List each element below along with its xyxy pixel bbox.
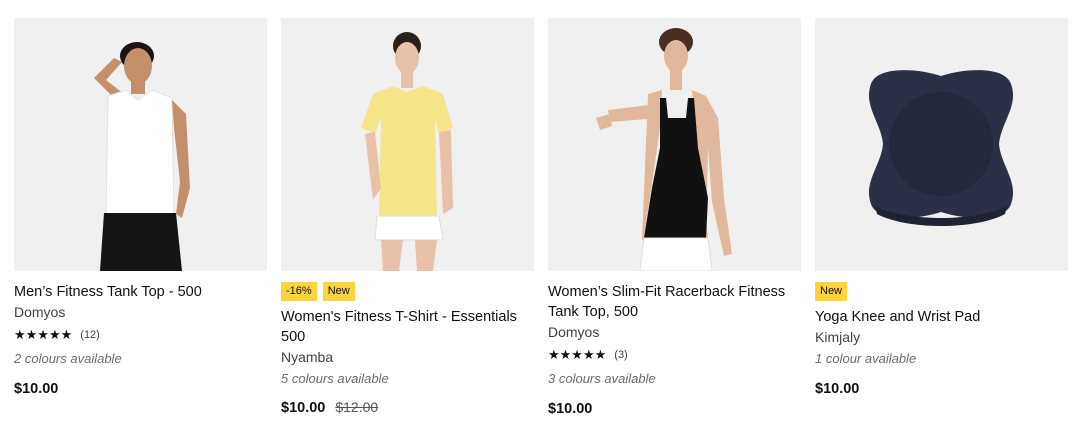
rating-stars-icon: ★★★★★	[14, 327, 73, 342]
current-price: $10.00	[815, 381, 860, 397]
product-image[interactable]	[815, 18, 1068, 271]
rating-stars-icon: ★★★★★	[548, 347, 607, 362]
current-price: $10.00	[548, 401, 593, 417]
badge-row: New	[815, 282, 1068, 301]
product-image[interactable]	[14, 18, 267, 271]
review-count: (3)	[614, 349, 628, 361]
current-price: $10.00	[14, 381, 59, 397]
product-grid: Men’s Fitness Tank Top - 500 Domyos ★★★★…	[14, 18, 1068, 417]
yoga-pad-photo	[815, 18, 1068, 271]
product-title-line2: Tank Top, 500	[548, 304, 639, 320]
product-title-line1: Women’s Slim-Fit Racerback Fitness	[548, 284, 786, 300]
product-card-yoga-pad[interactable]: New Yoga Knee and Wrist Pad Kimjaly 1 co…	[815, 18, 1068, 417]
product-price: $10.00	[815, 381, 1068, 397]
woman-yellow-tshirt-photo	[281, 18, 534, 271]
product-image[interactable]	[548, 18, 801, 271]
product-price: $10.00 $12.00	[281, 399, 534, 416]
product-brand: Nyamba	[281, 349, 334, 365]
colour-availability: 2 colours available	[14, 351, 122, 366]
colour-availability: 3 colours available	[548, 371, 656, 386]
woman-black-tank-photo	[548, 18, 801, 271]
product-card-womens-racerback-tank[interactable]: Women’s Slim-Fit Racerback Fitness Tank …	[548, 18, 801, 417]
discount-badge: -16%	[281, 282, 317, 301]
new-badge: New	[815, 282, 848, 301]
product-rating: ★★★★★ (3)	[548, 347, 801, 363]
current-price: $10.00	[281, 400, 326, 416]
product-title-line2: 500	[281, 329, 306, 345]
product-brand: Domyos	[548, 324, 600, 340]
product-brand: Domyos	[14, 304, 66, 320]
colour-availability: 5 colours available	[281, 371, 389, 386]
product-rating: ★★★★★ (12)	[14, 327, 267, 343]
product-price: $10.00	[548, 401, 801, 417]
original-price: $12.00	[335, 399, 379, 415]
product-card-womens-tshirt[interactable]: -16% New Women's Fitness T-Shirt - Essen…	[281, 18, 534, 417]
product-title[interactable]: Women's Fitness T-Shirt - Essentials 500	[281, 307, 534, 347]
badge-row: -16% New	[281, 282, 534, 301]
product-title[interactable]: Men’s Fitness Tank Top - 500	[14, 282, 267, 302]
product-title[interactable]: Yoga Knee and Wrist Pad	[815, 307, 1068, 327]
product-brand: Kimjaly	[815, 329, 861, 345]
product-title[interactable]: Women’s Slim-Fit Racerback Fitness Tank …	[548, 282, 801, 322]
man-tank-top-photo	[14, 18, 267, 271]
product-image[interactable]	[281, 18, 534, 271]
product-card-mens-tank-top[interactable]: Men’s Fitness Tank Top - 500 Domyos ★★★★…	[14, 18, 267, 417]
review-count: (12)	[80, 329, 100, 341]
new-badge: New	[322, 282, 355, 301]
product-price: $10.00	[14, 381, 267, 397]
colour-availability: 1 colour available	[815, 351, 917, 366]
product-title-line1: Women's Fitness T-Shirt - Essentials	[281, 309, 517, 325]
